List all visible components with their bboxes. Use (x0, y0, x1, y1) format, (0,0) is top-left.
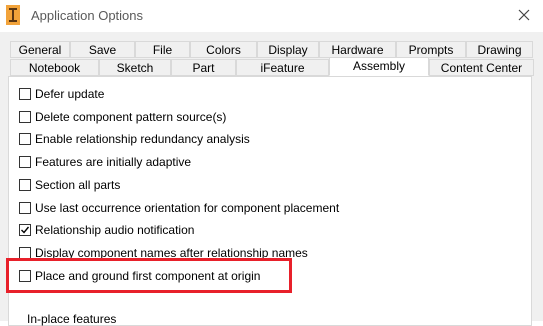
option-label: Use last occurrence orientation for comp… (35, 201, 340, 215)
option-row[interactable]: Relationship audio notification (19, 222, 194, 238)
option-label: Defer update (35, 87, 105, 101)
inventor-app-icon (6, 5, 20, 25)
option-checkbox[interactable] (19, 179, 31, 191)
option-label: Relationship audio notification (35, 223, 195, 237)
tab-assembly[interactable]: Assembly (329, 57, 429, 76)
option-checkbox[interactable] (19, 224, 31, 236)
title-bar: Application Options (0, 0, 543, 32)
option-checkbox[interactable] (19, 88, 31, 100)
option-checkbox[interactable] (19, 111, 31, 123)
window-title: Application Options (31, 8, 144, 23)
tab-notebook[interactable]: Notebook (10, 59, 99, 76)
option-checkbox[interactable] (19, 156, 31, 168)
option-label: Delete component pattern source(s) (35, 110, 227, 124)
option-checkbox[interactable] (19, 202, 31, 214)
tab-colors[interactable]: Colors (190, 41, 257, 58)
highlight-box (6, 258, 292, 293)
option-row[interactable]: Enable relationship redundancy analysis (19, 131, 250, 147)
option-row[interactable]: Features are initially adaptive (19, 154, 191, 170)
option-label: Section all parts (35, 178, 121, 192)
tab-ifeature[interactable]: iFeature (236, 59, 329, 76)
option-checkbox[interactable] (19, 133, 31, 145)
tab-sketch[interactable]: Sketch (99, 59, 171, 76)
tab-content-center[interactable]: Content Center (429, 59, 534, 76)
tab-drawing[interactable]: Drawing (466, 41, 533, 58)
option-label: Features are initially adaptive (35, 155, 192, 169)
option-label: Enable relationship redundancy analysis (35, 132, 250, 146)
in-place-features-label: In-place features (27, 312, 117, 326)
tab-part[interactable]: Part (171, 59, 236, 76)
tab-display[interactable]: Display (257, 41, 319, 58)
option-row[interactable]: Defer update (19, 86, 104, 102)
tab-general[interactable]: General (10, 41, 70, 58)
option-row[interactable]: Section all parts (19, 177, 120, 193)
tab-save[interactable]: Save (70, 41, 135, 58)
check-icon (21, 226, 30, 234)
tab-prompts[interactable]: Prompts (396, 41, 466, 58)
option-row[interactable]: Delete component pattern source(s) (19, 109, 226, 125)
tab-file[interactable]: File (135, 41, 190, 58)
close-icon[interactable] (515, 6, 533, 24)
option-row[interactable]: Use last occurrence orientation for comp… (19, 200, 339, 216)
tab-hardware[interactable]: Hardware (319, 41, 396, 58)
